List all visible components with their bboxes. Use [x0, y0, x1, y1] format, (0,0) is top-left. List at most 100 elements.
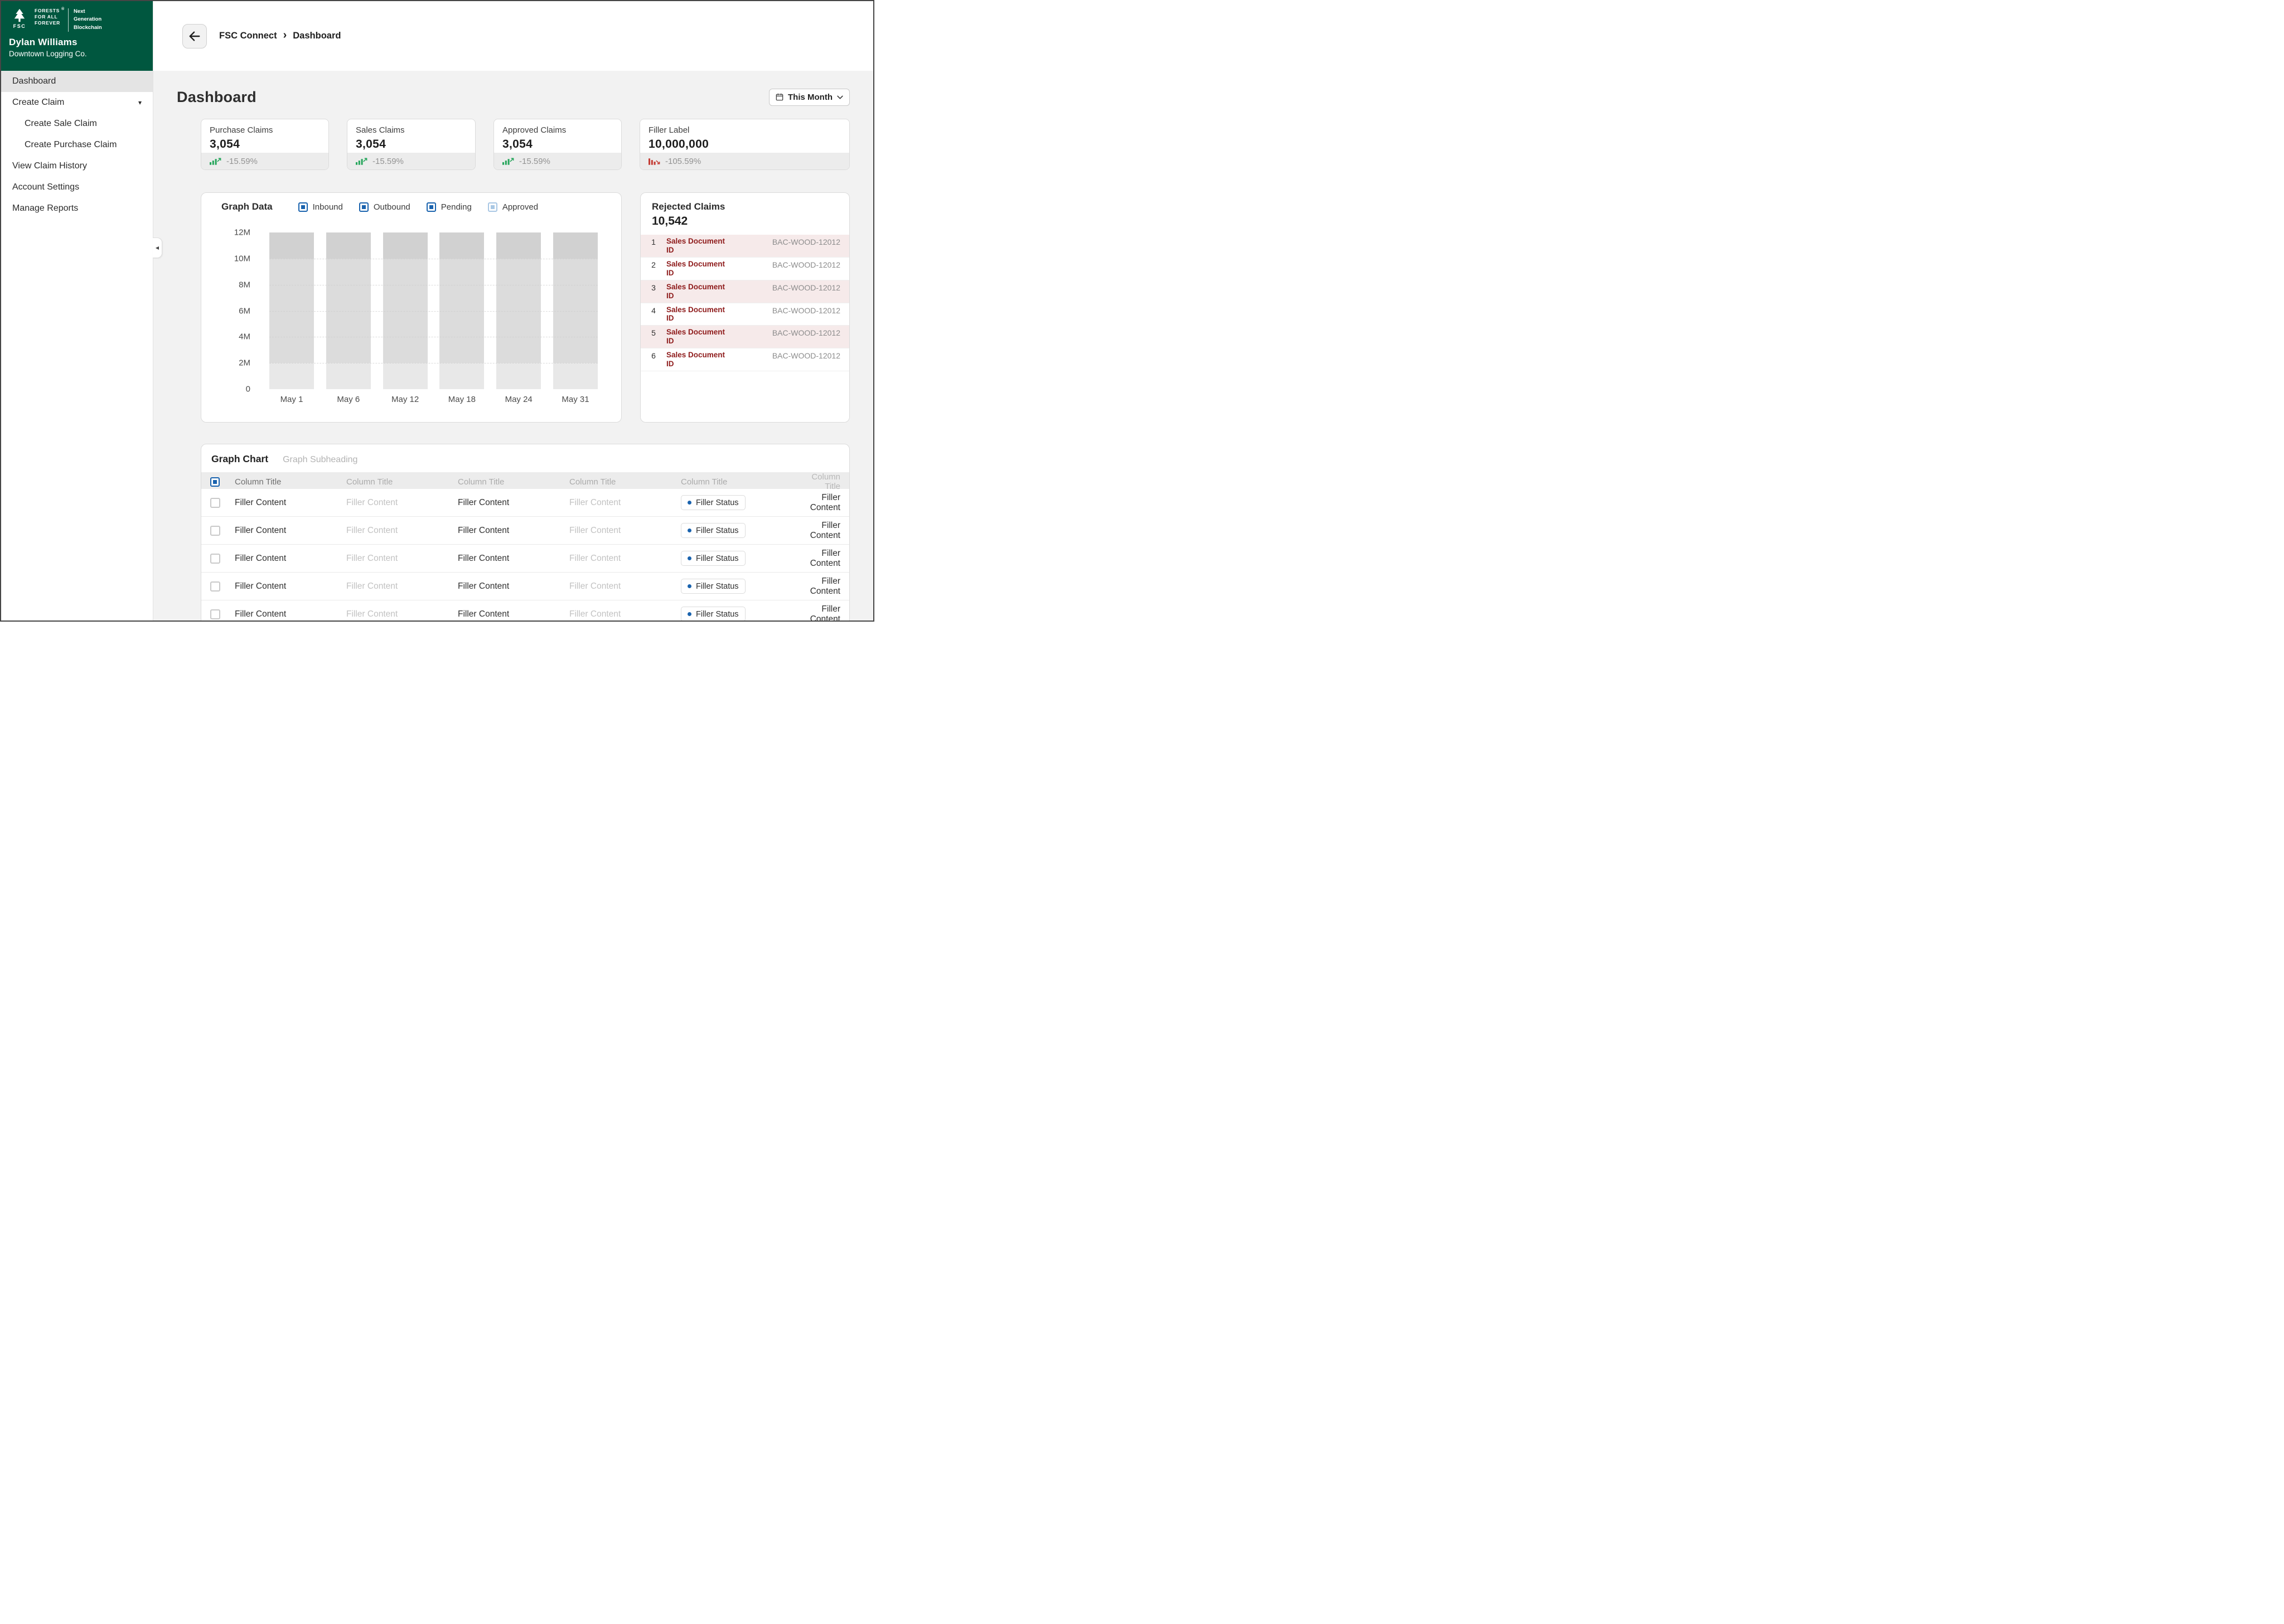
table-body: Filler Content Filler Content Filler Conte… — [201, 489, 849, 620]
legend-item-outbound[interactable]: Outbound — [359, 202, 410, 212]
rejected-label: Sales Document ID — [666, 282, 725, 300]
bar-segment-top — [383, 232, 428, 259]
table-subtitle: Graph Subheading — [283, 455, 358, 464]
table-cell: Filler Content — [235, 553, 287, 563]
column-header[interactable]: Column Title — [569, 477, 681, 487]
content: Dashboard This Month Purchase Claims 3,05… — [153, 71, 873, 620]
rejected-code: BAC-WOOD-12012 — [772, 283, 840, 292]
trend-up-icon — [210, 158, 221, 165]
table-cell: Filler Content — [346, 609, 398, 619]
bar-segment-bottom — [383, 363, 428, 389]
column-header[interactable]: Column Title — [346, 477, 458, 487]
bar-segment-bottom — [496, 363, 541, 389]
table-row: Filler Content Filler Content Filler Conte… — [201, 600, 849, 620]
status-label: Filler Status — [696, 581, 739, 591]
stat-value: 10,000,000 — [649, 138, 709, 151]
stat-delta: -15.59% — [519, 156, 550, 166]
divider — [68, 8, 69, 32]
sidebar-item-create-purchase-claim[interactable]: Create Purchase Claim — [1, 134, 153, 156]
status-dot-icon — [688, 529, 691, 532]
y-axis: 12M 10M 8M 6M 4M 2M 0 — [218, 228, 250, 394]
row-checkbox[interactable] — [210, 609, 220, 619]
legend-item-approved[interactable]: Approved — [487, 202, 539, 212]
breadcrumb-item-dashboard[interactable]: Dashboard — [293, 31, 341, 41]
stat-delta: -15.59% — [226, 156, 258, 166]
sidebar-item-dashboard[interactable]: Dashboard — [1, 71, 153, 92]
rejected-row: 3 Sales Document ID BAC-WOOD-12012 — [641, 280, 849, 303]
row-checkbox[interactable] — [210, 581, 220, 592]
column-header[interactable]: Column Title — [799, 472, 840, 491]
table-row: Filler Content Filler Content Filler Conte… — [201, 573, 849, 600]
legend-item-pending[interactable]: Pending — [426, 202, 472, 212]
rejected-label: Sales Document ID — [666, 259, 725, 277]
status-label: Filler Status — [696, 526, 739, 535]
checkbox-icon — [298, 202, 308, 212]
checkbox-check-icon — [490, 205, 495, 209]
table-cell: Filler Content — [569, 581, 621, 591]
checkbox-check-icon — [361, 205, 366, 209]
legend-label: Outbound — [373, 202, 410, 212]
rejected-code: BAC-WOOD-12012 — [772, 351, 840, 361]
table-cell: Filler Content — [569, 553, 621, 563]
graph-title: Graph Data — [221, 201, 273, 212]
stat-label: Approved Claims — [502, 125, 567, 135]
stat-delta: -15.59% — [372, 156, 404, 166]
stat-card-row: Purchase Claims 3,054 -15.59% Sales Claims 3… — [201, 119, 850, 170]
rejected-index: 6 — [651, 351, 656, 361]
user-company: Downtown Logging Co. — [9, 50, 87, 58]
bar-chart: 12M 10M 8M 6M 4M 2M 0 May 1 May 6 May 12 May 18 Ma… — [201, 212, 621, 404]
chevron-down-icon — [837, 95, 843, 99]
tagline-line: FOREVER — [35, 20, 60, 26]
chevron-right-icon: › — [283, 29, 287, 41]
rejected-index: 4 — [651, 306, 656, 315]
table-cell: Filler Content — [235, 581, 287, 591]
table-cell: Filler Content — [810, 604, 840, 621]
sidebar-item-manage-reports[interactable]: Manage Reports — [1, 198, 153, 219]
sidebar-item-create-claim[interactable]: Create Claim ▾ — [1, 92, 153, 113]
column-header[interactable]: Column Title — [681, 477, 799, 487]
header-checkbox[interactable] — [210, 477, 220, 487]
sidebar-collapse-handle[interactable]: ◀ — [153, 237, 162, 258]
collapse-icon: ◀ — [155, 245, 159, 250]
rejected-claims-card: Rejected Claims 10,542 1 Sales Document I… — [640, 192, 850, 423]
column-header[interactable]: Column Title — [235, 477, 346, 487]
rejected-code: BAC-WOOD-12012 — [772, 328, 840, 338]
stat-card-sales-claims: Sales Claims 3,054 -15.59% — [347, 119, 476, 170]
bar-segment-bottom — [269, 363, 314, 389]
period-filter-select[interactable]: This Month — [769, 88, 850, 106]
status-badge: Filler Status — [681, 523, 746, 538]
sidebar-item-view-claim-history[interactable]: View Claim History — [1, 156, 153, 177]
x-axis-label: May 31 — [562, 395, 589, 404]
x-axis-label: May 12 — [391, 395, 419, 404]
row-checkbox[interactable] — [210, 553, 220, 564]
rejected-claims-title: Rejected Claims — [652, 201, 725, 212]
stat-card-approved-claims: Approved Claims 3,054 -15.59% — [493, 119, 622, 170]
column-header[interactable]: Column Title — [458, 477, 569, 487]
rejected-rows: 1 Sales Document ID BAC-WOOD-12012 2 Sales D… — [641, 235, 849, 372]
sidebar-nav: Dashboard Create Claim ▾ Create Sale Claim C… — [1, 71, 153, 219]
sidebar-item-label: Account Settings — [12, 182, 80, 192]
sidebar-brand: FSC FORESTS FOR ALL FOREVER ® Next Gener… — [1, 1, 153, 71]
legend-item-inbound[interactable]: Inbound — [298, 202, 343, 212]
bar-segment-top — [326, 232, 371, 259]
legend-label: Pending — [441, 202, 472, 212]
status-badge: Filler Status — [681, 495, 746, 510]
sidebar-item-create-sale-claim[interactable]: Create Sale Claim — [1, 113, 153, 134]
stat-card-purchase-claims: Purchase Claims 3,054 -15.59% — [201, 119, 329, 170]
breadcrumb-item-fsc-connect[interactable]: FSC Connect — [219, 31, 277, 41]
row-checkbox[interactable] — [210, 497, 220, 508]
back-button[interactable] — [182, 23, 207, 49]
app-window: FSC FORESTS FOR ALL FOREVER ® Next Gener… — [0, 0, 874, 622]
product-name: Next Generation Blockchain — [74, 8, 102, 32]
sidebar-item-label: View Claim History — [12, 161, 87, 171]
status-label: Filler Status — [696, 554, 739, 563]
sidebar-item-account-settings[interactable]: Account Settings — [1, 177, 153, 198]
bar-plot: May 1 May 6 May 12 May 18 May 24 May 31 — [269, 232, 598, 404]
arrow-left-icon — [189, 31, 200, 41]
tagline-line: FORESTS — [35, 8, 60, 13]
sidebar-item-label: Manage Reports — [12, 203, 79, 213]
row-checkbox[interactable] — [210, 525, 220, 536]
legend-label: Approved — [502, 202, 539, 212]
product-line: Generation — [74, 16, 102, 23]
rejected-code: BAC-WOOD-12012 — [772, 306, 840, 315]
